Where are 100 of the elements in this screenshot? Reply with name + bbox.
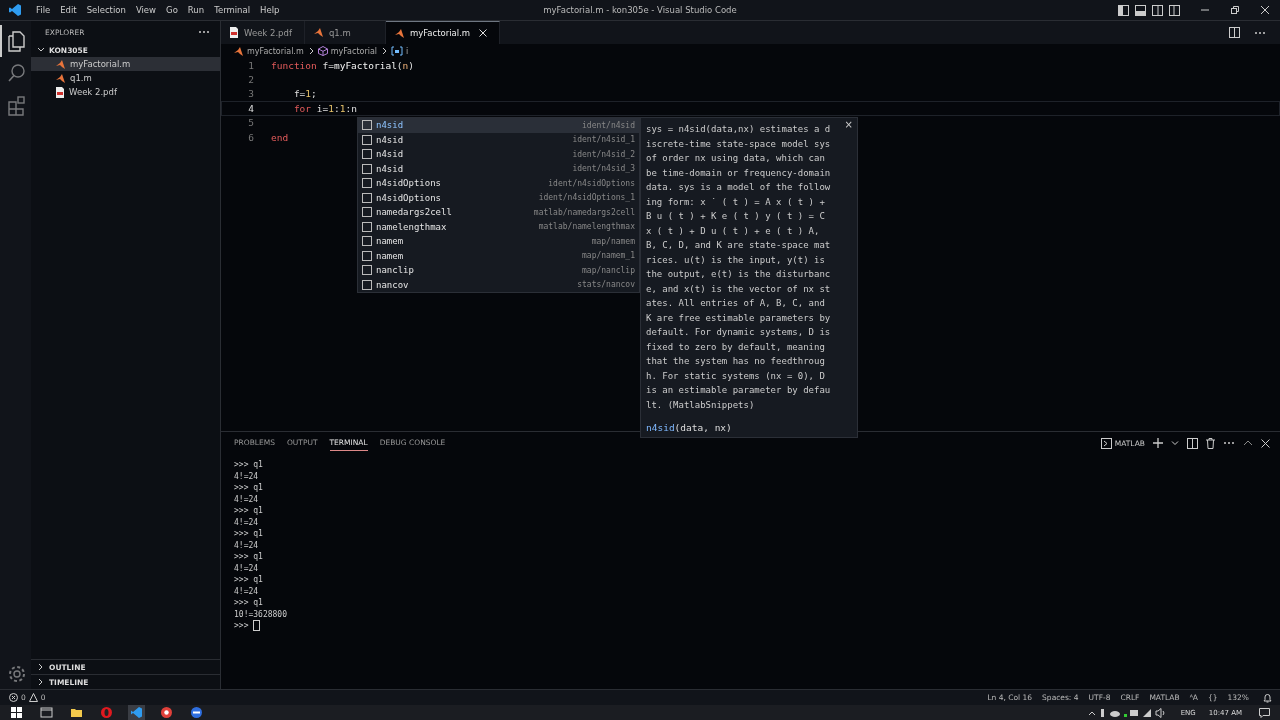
menu-item[interactable]: Help bbox=[255, 5, 285, 15]
terminal-prompt: >>> bbox=[234, 620, 250, 632]
suggestion-item[interactable]: n4sidOptions ident/n4sidOptions bbox=[358, 176, 639, 191]
customize-layout-icon[interactable] bbox=[1169, 4, 1180, 16]
vscode-logo-icon bbox=[9, 4, 21, 16]
menu-item[interactable]: Terminal bbox=[209, 5, 256, 15]
search-icon[interactable] bbox=[5, 62, 28, 84]
code-line: function f=myFactorial(n) bbox=[271, 59, 415, 71]
line-number: 4 bbox=[247, 102, 255, 114]
line-number: 2 bbox=[247, 74, 255, 86]
snippet-icon bbox=[362, 163, 372, 174]
matlab-icon bbox=[393, 27, 405, 39]
sidebar-layout-icon[interactable] bbox=[1118, 4, 1129, 16]
text-cursor bbox=[253, 620, 261, 632]
editor-tab[interactable]: myFactorial.m bbox=[385, 21, 501, 44]
suggestion-item[interactable]: nancov stats/nancov bbox=[358, 277, 639, 292]
breadcrumb-item[interactable]: myFactorial bbox=[317, 46, 378, 56]
documentation-text: sys = n4sid(data,nx) estimates a discrete-time state-space model sys of order nx using data, which can be time-domain or frequency-domain data. sys is a model of the following form: x ˙ ( t ) = A x ( t ) + B u ( t ) + K e ( t ) y ( t ) = C x ( t ) + D u ( t ) + e ( t ) A, B, C, D, and K are state-space matrices. u(t) is the input, y(t) is the output, e(t) is the disturbance, and x(t) is the vector of nx states. All entries of A, B, C, and K are free estimable parameters by default. For dynamic systems, D is fixed to zero by default, meaning that the system has no feedthrough. For static systems (nx = 0), D is an estimable parameter by default. (MatlabSnippets) bbox=[646, 123, 831, 412]
menu-item[interactable]: Run bbox=[182, 5, 210, 15]
terminal-line: >>> q1 bbox=[234, 574, 264, 586]
snippet-icon bbox=[362, 134, 372, 145]
terminal-line: 4!=24 bbox=[234, 539, 260, 551]
terminal-line: >>> q1 bbox=[234, 505, 264, 517]
pdf-icon bbox=[229, 27, 239, 38]
windows-icon[interactable] bbox=[8, 705, 25, 720]
explorer-entry[interactable]: Week 2.pdf bbox=[31, 85, 220, 99]
chevron-up-icon[interactable] bbox=[1243, 439, 1253, 447]
snippet-icon bbox=[362, 279, 372, 290]
split-editor-icon[interactable] bbox=[1229, 27, 1240, 38]
secondary-sidebar-icon[interactable] bbox=[1152, 4, 1163, 16]
terminal-line: >>> q1 bbox=[234, 528, 264, 540]
suggestion-item[interactable]: namem map/namem_1 bbox=[358, 248, 639, 263]
split-terminal-icon[interactable] bbox=[1187, 437, 1198, 449]
snippet-icon bbox=[362, 265, 372, 276]
restore-icon[interactable] bbox=[1230, 5, 1240, 15]
terminal-line: >>> q1 bbox=[234, 482, 264, 494]
snippet-icon bbox=[362, 120, 372, 131]
menu-item[interactable]: View bbox=[130, 5, 162, 15]
breadcrumb-item[interactable]: i bbox=[391, 46, 409, 56]
code-line: for i=1:1:n bbox=[292, 102, 357, 114]
suggestion-item[interactable]: namedargs2cell matlab/namedargs2cell bbox=[358, 205, 639, 220]
terminal-line: 4!=24 bbox=[234, 516, 260, 528]
terminal-line: 4!=24 bbox=[234, 493, 260, 505]
terminal-line: 4!=24 bbox=[234, 562, 260, 574]
explorer-entry[interactable]: q1.m bbox=[31, 71, 220, 85]
minus-circle-app-icon[interactable] bbox=[188, 705, 205, 720]
chevron-down-icon[interactable] bbox=[1171, 439, 1179, 447]
bell-icon[interactable] bbox=[1263, 692, 1272, 703]
notification-icon[interactable] bbox=[1259, 707, 1270, 718]
close-button[interactable]: × bbox=[844, 119, 853, 130]
terminal-line: 4!=24 bbox=[234, 585, 260, 597]
suggestion-item[interactable]: n4sidOptions ident/n4sidOptions_1 bbox=[358, 190, 639, 205]
plus-icon[interactable] bbox=[1153, 438, 1163, 448]
suggestion-item[interactable]: n4sid ident/n4sid bbox=[358, 118, 639, 133]
variable-icon bbox=[391, 46, 404, 56]
snippet-icon bbox=[362, 192, 372, 203]
menu-item[interactable]: Selection bbox=[81, 5, 131, 15]
terminal-line: >>> q1 bbox=[234, 459, 264, 471]
suggestion-item[interactable]: n4sid ident/n4sid_2 bbox=[358, 147, 639, 162]
snippet-icon bbox=[362, 207, 372, 218]
more-icon[interactable] bbox=[1254, 30, 1266, 35]
more-icon[interactable] bbox=[198, 30, 210, 34]
close-icon[interactable] bbox=[1260, 5, 1270, 15]
opera-icon[interactable] bbox=[98, 705, 115, 720]
panel-layout-icon[interactable] bbox=[1135, 4, 1146, 16]
more-icon[interactable] bbox=[1223, 441, 1235, 445]
suggestion-item[interactable]: namem map/namem bbox=[358, 234, 639, 249]
menu-item[interactable]: Go bbox=[161, 5, 183, 15]
error-icon bbox=[9, 693, 18, 702]
line-number: 5 bbox=[247, 117, 255, 129]
record-app-icon[interactable] bbox=[158, 705, 175, 720]
explorer-entry[interactable]: myFactorial.m bbox=[31, 57, 220, 71]
suggestion-item[interactable]: namelengthmax matlab/namelengthmax bbox=[358, 219, 639, 234]
suggestion-item[interactable]: nanclip map/nanclip bbox=[358, 263, 639, 278]
matlab-icon bbox=[55, 58, 66, 70]
snippet-icon bbox=[362, 178, 372, 189]
line-number: 1 bbox=[247, 59, 255, 71]
menu-item[interactable]: File bbox=[31, 5, 56, 15]
pdf-icon bbox=[55, 86, 65, 98]
terminal-line: 10!=3628800 bbox=[234, 608, 288, 620]
line-number: 3 bbox=[247, 88, 255, 100]
chevron-icon bbox=[380, 46, 389, 56]
matlab-icon bbox=[55, 72, 66, 84]
close-icon[interactable] bbox=[479, 29, 488, 37]
terminal-line: >>> q1 bbox=[234, 551, 264, 563]
suggestion-item[interactable]: n4sid ident/n4sid_1 bbox=[358, 132, 639, 147]
menu-item[interactable]: Edit bbox=[55, 5, 82, 15]
suggestion-item[interactable]: n4sid ident/n4sid_3 bbox=[358, 161, 639, 176]
settings-icon[interactable] bbox=[6, 664, 27, 684]
warning-icon bbox=[28, 693, 38, 702]
code-line: end bbox=[271, 131, 289, 143]
files-icon[interactable] bbox=[5, 30, 28, 52]
matlab-icon bbox=[312, 27, 324, 38]
close-icon[interactable] bbox=[1261, 438, 1270, 448]
vscode-app-icon[interactable] bbox=[128, 705, 145, 720]
breadcrumb-item[interactable]: myFactorial.m bbox=[233, 45, 304, 57]
trash-icon[interactable] bbox=[1206, 437, 1215, 449]
snippet-icon bbox=[362, 236, 372, 247]
extensions-icon[interactable] bbox=[5, 94, 28, 116]
terminal-app-icon[interactable] bbox=[38, 705, 55, 720]
